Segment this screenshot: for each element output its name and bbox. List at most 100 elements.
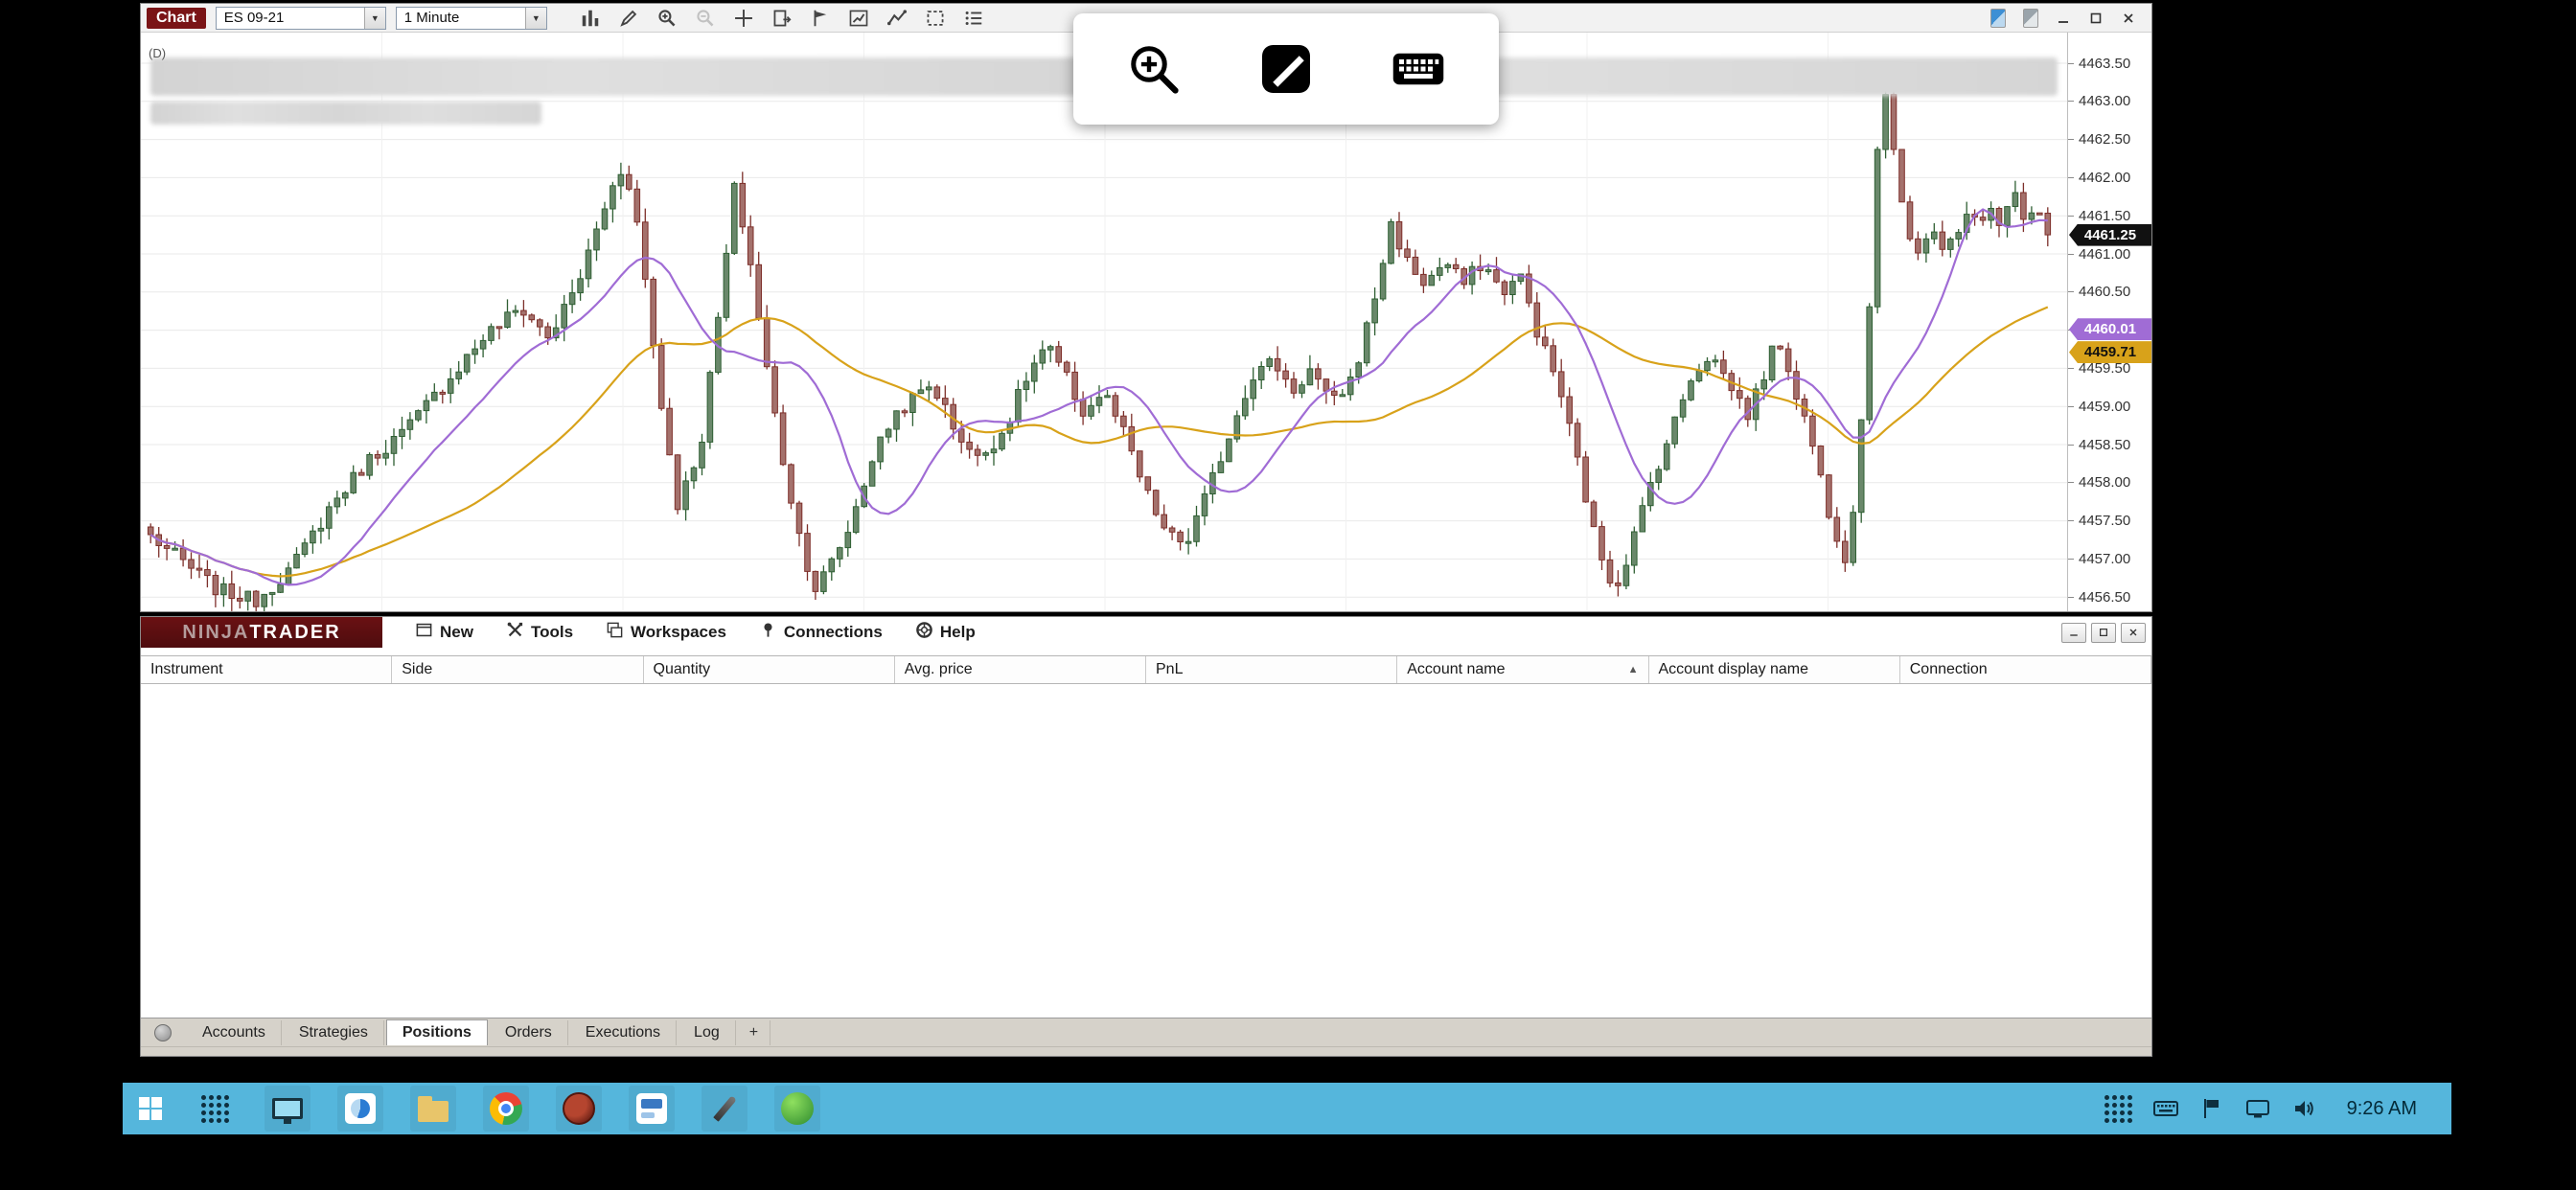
chevron-down-icon xyxy=(524,7,546,29)
tab-accounts[interactable]: Accounts xyxy=(187,1019,282,1045)
workspaces-menu-icon xyxy=(606,621,624,644)
column-header-account-display-name[interactable]: Account display name xyxy=(1649,656,1900,683)
control-center-titlebar[interactable]: NINJA TRADER New Tools Workspaces Connection… xyxy=(141,617,2151,648)
instrument-link-button[interactable] xyxy=(1985,8,2012,29)
crosshair-icon[interactable] xyxy=(731,6,756,31)
column-header-account-name[interactable]: Account name ▲ xyxy=(1397,656,1649,683)
instrument-select[interactable]: ES 09-21 xyxy=(215,6,386,30)
trend-line-icon[interactable] xyxy=(885,6,909,31)
chart-tab-chip[interactable]: Chart xyxy=(147,7,206,29)
column-header-instrument[interactable]: Instrument xyxy=(141,656,393,683)
chevron-down-icon xyxy=(363,7,385,29)
column-header-quantity[interactable]: Quantity xyxy=(644,656,895,683)
price-tick: 4457.50 xyxy=(2068,513,2151,530)
start-button[interactable] xyxy=(123,1083,178,1134)
menu-connections[interactable]: Connections xyxy=(759,621,883,644)
ninjatrader-logo: NINJA TRADER xyxy=(141,617,382,648)
column-header-connection[interactable]: Connection xyxy=(1900,656,2151,683)
windows-logo-icon xyxy=(139,1097,162,1120)
zoom-out-icon[interactable] xyxy=(693,6,718,31)
control-center-window: NINJA TRADER New Tools Workspaces Connection… xyxy=(140,616,2152,1057)
add-tab-button[interactable]: + xyxy=(738,1019,771,1045)
tab-positions[interactable]: Positions xyxy=(385,1019,488,1045)
last-price-badge: 4461.25 xyxy=(2069,223,2151,246)
minimize-button[interactable] xyxy=(2061,622,2086,643)
series-label: (D) xyxy=(149,46,167,60)
globe-app-icon[interactable] xyxy=(556,1086,602,1132)
clock[interactable]: 9:26 AM xyxy=(2337,1098,2442,1120)
connection-status-icon xyxy=(154,1023,172,1041)
price-tick: 4463.00 xyxy=(2068,93,2151,110)
touch-keyboard-icon[interactable] xyxy=(2152,1096,2178,1121)
tab-orders[interactable]: Orders xyxy=(490,1019,568,1045)
menu-help[interactable]: Help xyxy=(915,621,976,644)
pen-icon xyxy=(712,1095,737,1122)
titlebar-gap xyxy=(141,648,2151,655)
column-header-pnl[interactable]: PnL xyxy=(1146,656,1398,683)
green-app-icon[interactable] xyxy=(774,1086,820,1132)
tray-app-grid-icon[interactable] xyxy=(2104,1094,2132,1123)
properties-icon[interactable] xyxy=(961,6,986,31)
monitor-icon xyxy=(272,1098,303,1124)
column-header-side[interactable]: Side xyxy=(392,656,644,683)
menu-bar: New Tools Workspaces Connections Help xyxy=(415,621,976,644)
close-button[interactable] xyxy=(2121,622,2146,643)
positions-table-header: Instrument Side Quantity Avg. price PnL Accou… xyxy=(141,655,2151,684)
cut-tool-icon[interactable] xyxy=(1252,34,1321,103)
menu-workspaces[interactable]: Workspaces xyxy=(606,621,726,644)
keyboard-tool-icon[interactable] xyxy=(1384,34,1453,103)
price-axis[interactable]: 4463.50 4463.00 4462.50 4462.00 4461.50 4461.… xyxy=(2067,33,2151,611)
chart-toolbar-icons xyxy=(578,6,986,31)
tab-executions[interactable]: Executions xyxy=(570,1019,678,1045)
bar-type-icon[interactable] xyxy=(578,6,603,31)
minimize-button[interactable] xyxy=(2050,8,2077,29)
export-icon[interactable] xyxy=(770,6,794,31)
price-tick: 4461.00 xyxy=(2068,245,2151,263)
indicator-icon[interactable] xyxy=(846,6,871,31)
price-tick: 4458.50 xyxy=(2068,436,2151,453)
bottom-tab-bar: Accounts Strategies Positions Orders Executi… xyxy=(141,1018,2151,1046)
maximize-button[interactable] xyxy=(2082,8,2109,29)
sort-ascending-icon: ▲ xyxy=(1627,664,1639,675)
price-tick: 4461.50 xyxy=(2068,207,2151,224)
tab-strategies[interactable]: Strategies xyxy=(284,1019,384,1045)
close-button[interactable] xyxy=(2115,8,2142,29)
positions-table-body[interactable] xyxy=(141,684,2151,1018)
column-header-avg-price[interactable]: Avg. price xyxy=(895,656,1146,683)
chrome-icon xyxy=(490,1092,522,1125)
price-tick: 4462.00 xyxy=(2068,169,2151,186)
draw-icon[interactable] xyxy=(616,6,641,31)
file-explorer-app-icon[interactable] xyxy=(410,1086,456,1132)
system-tray: 9:26 AM xyxy=(2104,1094,2451,1123)
menu-tools[interactable]: Tools xyxy=(506,621,573,644)
this-pc-app-icon[interactable] xyxy=(264,1086,310,1132)
price-tick: 4463.50 xyxy=(2068,55,2151,72)
chrome-app-icon[interactable] xyxy=(483,1086,529,1132)
zoom-in-icon[interactable] xyxy=(655,6,679,31)
language-flag-icon[interactable] xyxy=(2199,1096,2224,1121)
menu-new[interactable]: New xyxy=(415,621,473,644)
pen-app-icon[interactable] xyxy=(702,1086,748,1132)
control-center-window-buttons xyxy=(2061,622,2151,643)
volume-icon[interactable] xyxy=(2291,1096,2316,1121)
flag-icon[interactable] xyxy=(808,6,833,31)
help-menu-icon xyxy=(915,621,933,644)
zoom-tool-icon[interactable] xyxy=(1119,34,1188,103)
price-tick: 4460.50 xyxy=(2068,284,2151,301)
ma-slow-badge: 4459.71 xyxy=(2069,341,2151,364)
blue-app-icon[interactable] xyxy=(337,1086,383,1132)
chart-window-buttons xyxy=(1985,8,2146,29)
blurred-watermark-band-small xyxy=(150,102,541,125)
price-tick: 4457.00 xyxy=(2068,550,2151,567)
maximize-button[interactable] xyxy=(2091,622,2116,643)
app-grid-icon[interactable] xyxy=(192,1086,238,1132)
globe-icon xyxy=(563,1092,595,1125)
region-icon[interactable] xyxy=(923,6,948,31)
interval-select[interactable]: 1 Minute xyxy=(395,6,547,30)
tab-log[interactable]: Log xyxy=(678,1019,736,1045)
interval-link-button[interactable] xyxy=(2017,8,2044,29)
status-bar xyxy=(141,1046,2151,1056)
remote-app-icon[interactable] xyxy=(629,1086,675,1132)
display-icon[interactable] xyxy=(2245,1096,2270,1121)
new-menu-icon xyxy=(415,621,433,644)
